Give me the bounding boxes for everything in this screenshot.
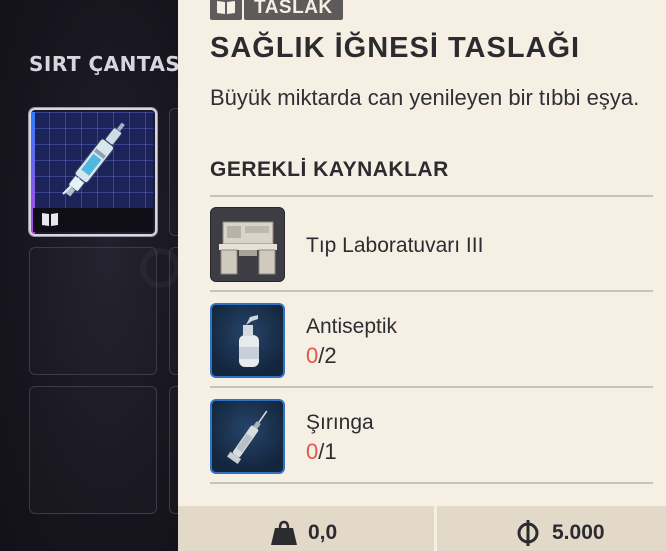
requirements-heading: GEREKLİ KAYNAKLAR <box>210 158 449 181</box>
item-detail-panel: TASLAK SAĞLIK İĞNESİ TASLAĞI Büyük mikta… <box>178 0 666 551</box>
divider <box>210 386 653 388</box>
price-value: 5.000 <box>552 521 605 544</box>
inventory-slot[interactable] <box>29 386 157 514</box>
resource-quantity: 0/1 <box>306 439 337 464</box>
footer-divider <box>434 506 437 551</box>
blueprint-book-icon <box>42 213 58 226</box>
item-title: SAĞLIK İĞNESİ TASLAĞI <box>210 32 581 64</box>
watermark-logo <box>140 248 180 288</box>
inventory-slot-selected[interactable] <box>29 108 157 236</box>
item-weight: 0,0 <box>270 520 337 546</box>
blueprint-tag-label: TASLAK <box>244 0 343 20</box>
resource-name: Antiseptik <box>306 315 398 338</box>
divider <box>210 195 653 197</box>
inventory-title: SIRT ÇANTASI <box>29 52 189 76</box>
divider <box>210 290 653 292</box>
coin-icon <box>517 520 539 546</box>
divider <box>210 482 653 484</box>
resource-name: Tıp Laboratuvarı III <box>306 234 484 257</box>
health-injector-blueprint-icon <box>33 112 153 208</box>
item-footer: 0,0 5.000 <box>178 506 666 551</box>
resource-name: Şırınga <box>306 411 374 434</box>
item-description: Büyük miktarda can yenileyen bir tıbbi e… <box>210 85 640 110</box>
syringe-icon <box>210 399 285 474</box>
antiseptic-bottle-icon <box>210 303 285 378</box>
inventory-slot[interactable] <box>29 247 157 375</box>
blueprint-book-icon <box>210 0 242 20</box>
inventory-panel: SIRT ÇANTASI <box>0 0 297 551</box>
medical-lab-icon <box>210 207 285 282</box>
item-price: 5.000 <box>516 520 605 546</box>
weight-icon <box>271 520 297 545</box>
weight-value: 0,0 <box>308 521 338 544</box>
blueprint-tag: TASLAK <box>210 0 343 20</box>
resource-quantity: 0/2 <box>306 343 337 368</box>
